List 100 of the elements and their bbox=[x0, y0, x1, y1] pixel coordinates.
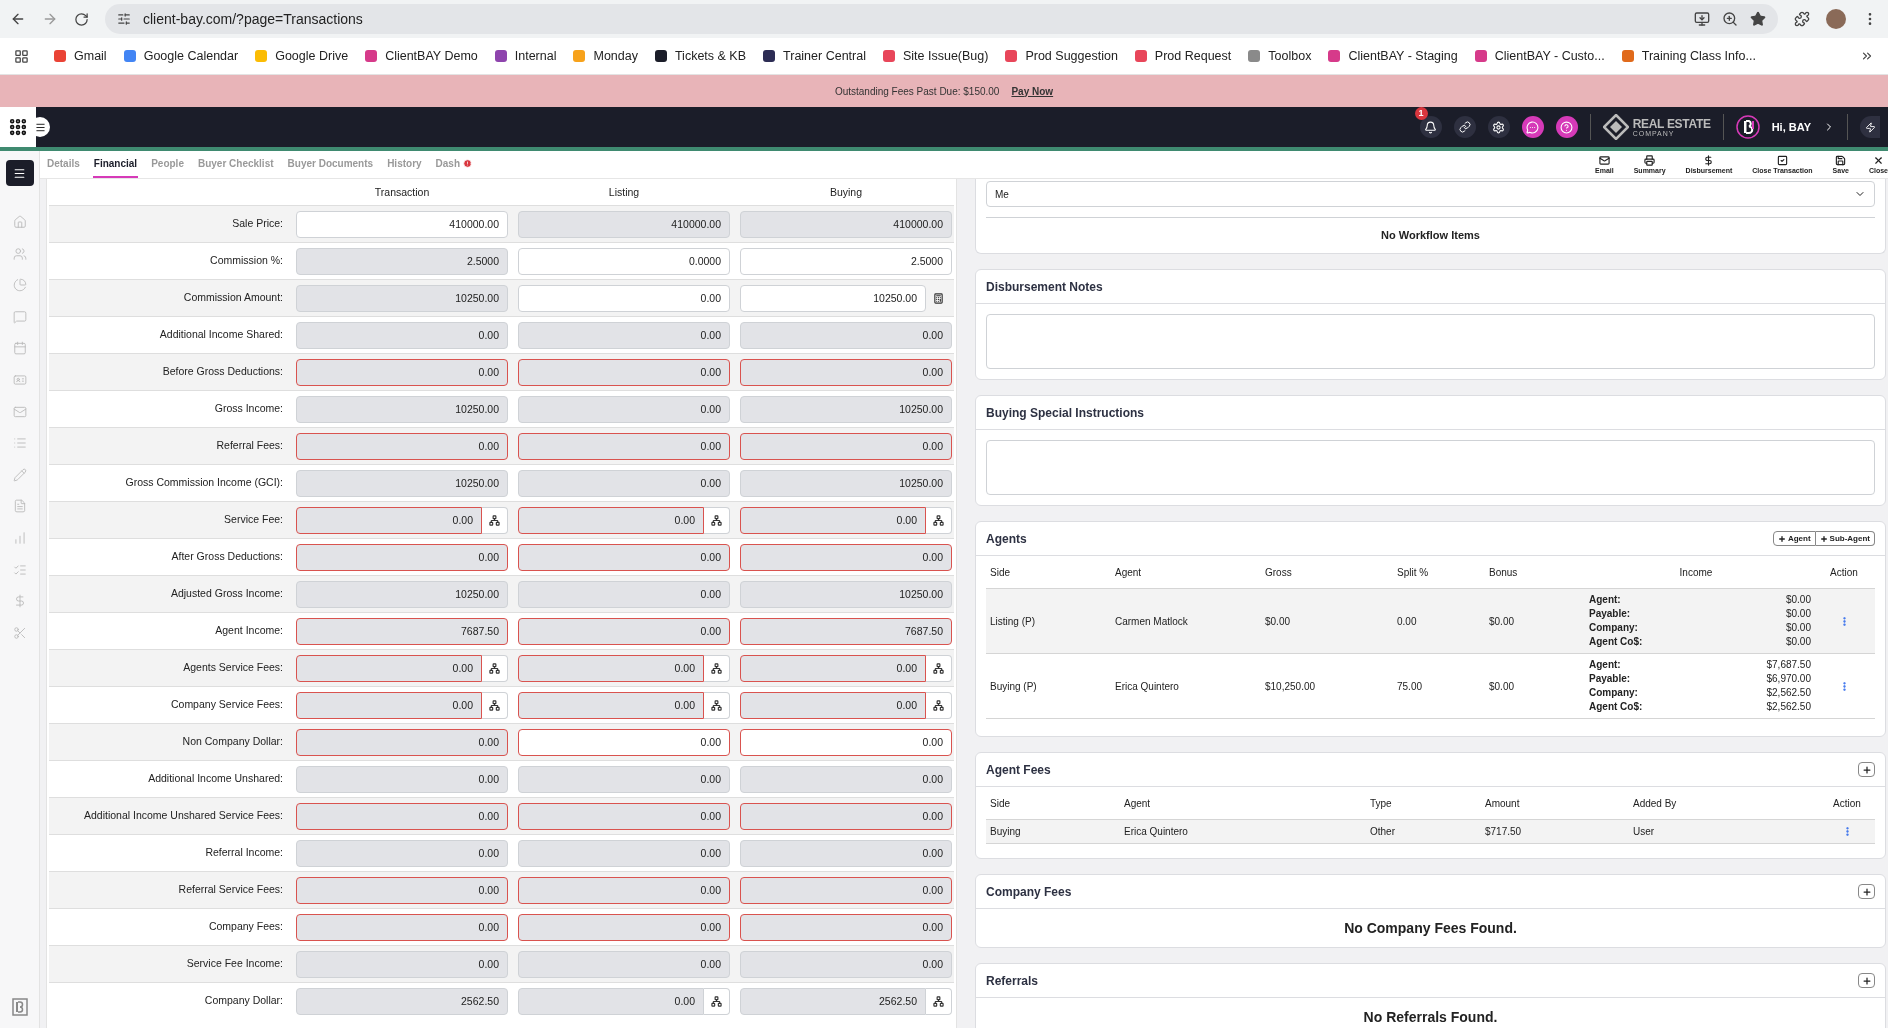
amount-field[interactable]: 0.00 bbox=[296, 765, 508, 793]
amount-field[interactable]: 0.00 bbox=[296, 913, 508, 941]
add-agent-button[interactable]: Agent bbox=[1772, 531, 1816, 546]
amount-field[interactable]: 0.00 bbox=[296, 358, 508, 386]
amount-field[interactable]: 2.5000 bbox=[296, 247, 508, 275]
amount-field[interactable]: 0.00 bbox=[518, 802, 730, 830]
amount-field[interactable]: 0.00 bbox=[740, 691, 926, 719]
bookmark-link[interactable]: Internal bbox=[494, 46, 557, 66]
split-button[interactable] bbox=[704, 506, 730, 534]
bookmark-link[interactable]: ClientBAY - Staging bbox=[1328, 46, 1458, 66]
amount-field[interactable]: 0.00 bbox=[740, 876, 952, 904]
split-button[interactable] bbox=[704, 987, 730, 1015]
split-button[interactable] bbox=[482, 654, 508, 682]
amount-field[interactable]: 0.00 bbox=[518, 284, 730, 312]
amount-field[interactable]: 0.00 bbox=[740, 950, 952, 978]
link-button[interactable] bbox=[1453, 116, 1476, 138]
chat-button[interactable] bbox=[1521, 116, 1544, 138]
amount-field[interactable]: 0.00 bbox=[518, 839, 730, 867]
amount-field[interactable]: 10250.00 bbox=[296, 580, 508, 608]
lightning-icon[interactable] bbox=[1864, 121, 1876, 133]
amount-field[interactable]: 0.00 bbox=[518, 617, 730, 645]
amount-field[interactable]: 2562.50 bbox=[296, 987, 508, 1015]
amount-field[interactable]: 0.00 bbox=[296, 950, 508, 978]
bookmark-link[interactable]: Monday bbox=[573, 46, 638, 66]
amount-field[interactable]: 0.00 bbox=[296, 728, 508, 756]
amount-field[interactable]: 10250.00 bbox=[740, 395, 952, 423]
zoom-icon[interactable] bbox=[1722, 11, 1738, 27]
amount-field[interactable]: 0.00 bbox=[296, 654, 482, 682]
amount-field[interactable]: 10250.00 bbox=[296, 284, 508, 312]
amount-field[interactable]: 0.00 bbox=[518, 691, 704, 719]
bookmark-link[interactable]: Google Drive bbox=[255, 46, 349, 66]
amount-field[interactable]: 7687.50 bbox=[296, 617, 508, 645]
amount-field[interactable]: 0.00 bbox=[296, 506, 482, 534]
amount-field[interactable]: 10250.00 bbox=[296, 469, 508, 497]
site-settings-icon[interactable] bbox=[117, 12, 131, 26]
back-icon[interactable] bbox=[10, 11, 26, 27]
amount-field[interactable]: 0.00 bbox=[518, 543, 730, 571]
notes-field[interactable] bbox=[986, 314, 1875, 369]
amount-field[interactable]: 0.00 bbox=[296, 839, 508, 867]
amount-field[interactable]: 0.00 bbox=[740, 506, 926, 534]
amount-field[interactable]: 0.00 bbox=[518, 395, 730, 423]
amount-field[interactable]: 0.00 bbox=[518, 321, 730, 349]
more-bookmarks-icon[interactable] bbox=[1860, 49, 1874, 63]
bookmark-link[interactable]: Tickets & KB bbox=[654, 46, 747, 66]
amount-field[interactable]: 10250.00 bbox=[740, 284, 926, 312]
amount-field[interactable]: 0.00 bbox=[518, 876, 730, 904]
amount-field[interactable]: 0.00 bbox=[740, 432, 952, 460]
amount-field[interactable]: 2.5000 bbox=[740, 247, 952, 275]
bookmark-link[interactable]: Gmail bbox=[54, 46, 107, 66]
menu-button[interactable] bbox=[5, 160, 34, 186]
bookmark-link[interactable]: Site Issue(Bug) bbox=[882, 46, 989, 66]
pay-now-link[interactable]: Pay Now bbox=[1011, 83, 1054, 99]
split-button[interactable] bbox=[926, 506, 952, 534]
user-greeting[interactable]: Hi, BAY bbox=[1771, 118, 1811, 136]
amount-field[interactable]: 0.00 bbox=[296, 876, 508, 904]
assignee-select[interactable]: Me bbox=[986, 181, 1875, 207]
amount-field[interactable]: 0.00 bbox=[740, 358, 952, 386]
amount-field[interactable]: 0.0000 bbox=[518, 247, 730, 275]
instructions-field[interactable] bbox=[986, 440, 1875, 495]
amount-field[interactable]: 0.00 bbox=[740, 839, 952, 867]
amount-field[interactable]: 0.00 bbox=[740, 543, 952, 571]
bookmark-link[interactable]: Prod Suggestion bbox=[1005, 46, 1118, 66]
amount-field[interactable]: 0.00 bbox=[740, 913, 952, 941]
amount-field[interactable]: 0.00 bbox=[518, 469, 730, 497]
split-button[interactable] bbox=[926, 987, 952, 1015]
amount-field[interactable]: 0.00 bbox=[296, 543, 508, 571]
address-bar[interactable]: client-bay.com/?page=Transactions bbox=[105, 4, 1778, 34]
amount-field[interactable]: 10250.00 bbox=[296, 395, 508, 423]
amount-field[interactable]: 0.00 bbox=[518, 728, 730, 756]
checklist-icon[interactable] bbox=[12, 562, 27, 577]
apps-menu-button[interactable] bbox=[0, 107, 36, 147]
add-button[interactable] bbox=[1858, 762, 1875, 777]
amount-field[interactable]: 0.00 bbox=[740, 802, 952, 830]
amount-field[interactable]: 10250.00 bbox=[740, 469, 952, 497]
amount-field[interactable]: 0.00 bbox=[296, 321, 508, 349]
bell-icon[interactable] bbox=[1424, 120, 1438, 134]
bookmark-link[interactable]: Google Calendar bbox=[123, 46, 239, 66]
split-button[interactable] bbox=[704, 691, 730, 719]
apps-icon[interactable] bbox=[14, 48, 29, 64]
amount-field[interactable]: 0.00 bbox=[740, 654, 926, 682]
amount-field[interactable]: 0.00 bbox=[518, 987, 704, 1015]
amount-field[interactable]: 410000.00 bbox=[296, 210, 508, 238]
amount-field[interactable]: 0.00 bbox=[518, 432, 730, 460]
star-icon[interactable] bbox=[1750, 11, 1766, 27]
amount-field[interactable]: 2562.50 bbox=[740, 987, 926, 1015]
amount-field[interactable]: 0.00 bbox=[296, 802, 508, 830]
add-agent-button[interactable]: Sub-Agent bbox=[1815, 531, 1875, 546]
install-icon[interactable] bbox=[1694, 11, 1710, 27]
add-button[interactable] bbox=[1858, 973, 1875, 988]
bookmark-link[interactable]: Toolbox bbox=[1248, 46, 1312, 66]
amount-field[interactable]: 10250.00 bbox=[740, 580, 952, 608]
split-button[interactable] bbox=[926, 654, 952, 682]
amount-field[interactable]: 0.00 bbox=[518, 950, 730, 978]
bookmark-link[interactable]: Training Class Info... bbox=[1621, 46, 1756, 66]
amount-field[interactable]: 0.00 bbox=[296, 432, 508, 460]
split-button[interactable] bbox=[704, 654, 730, 682]
help-button[interactable] bbox=[1555, 116, 1578, 138]
amount-field[interactable]: 0.00 bbox=[518, 913, 730, 941]
amount-field[interactable]: 0.00 bbox=[740, 728, 952, 756]
amount-field[interactable]: 0.00 bbox=[296, 691, 482, 719]
